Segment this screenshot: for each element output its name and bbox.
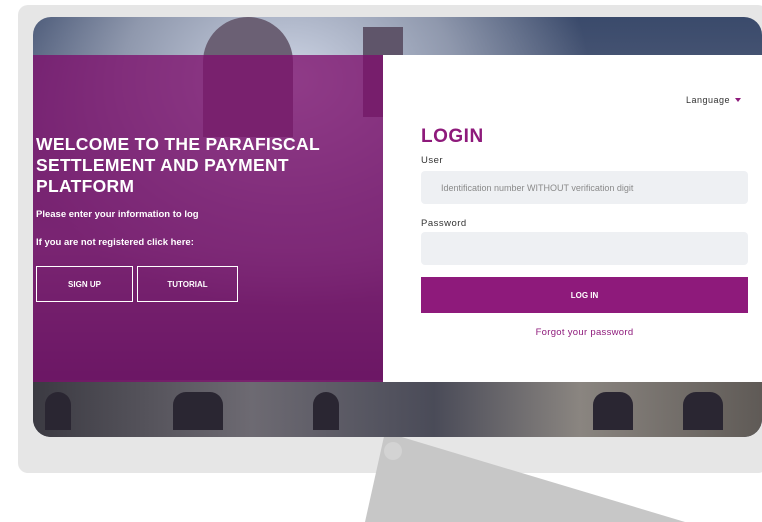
welcome-title: WELCOME TO THE PARAFISCAL SETTLEMENT AND… <box>36 134 320 196</box>
monitor-stand <box>365 432 685 522</box>
church-window <box>683 392 723 430</box>
user-input[interactable]: Identification number WITHOUT verificati… <box>421 171 748 204</box>
church-facade <box>33 380 762 437</box>
church-window <box>45 392 71 430</box>
monitor-camera-dot <box>384 442 402 460</box>
language-label: Language <box>686 95 731 105</box>
church-window <box>173 392 223 430</box>
password-label: Password <box>421 218 467 229</box>
forgot-password-link[interactable]: Forgot your password <box>421 327 748 338</box>
login-title: LOGIN <box>421 126 484 147</box>
info-text: Please enter your information to log <box>36 209 199 220</box>
password-input[interactable] <box>421 232 748 265</box>
register-text: If you are not registered click here: <box>36 237 194 248</box>
signup-button[interactable]: SIGN UP <box>36 266 133 302</box>
tutorial-button[interactable]: TUTORIAL <box>137 266 238 302</box>
user-label: User <box>421 155 444 166</box>
caret-down-icon <box>735 98 742 102</box>
church-window <box>593 392 633 430</box>
language-selector[interactable]: Language <box>686 95 742 105</box>
login-button[interactable]: LOG IN <box>421 277 748 313</box>
church-window <box>313 392 339 430</box>
